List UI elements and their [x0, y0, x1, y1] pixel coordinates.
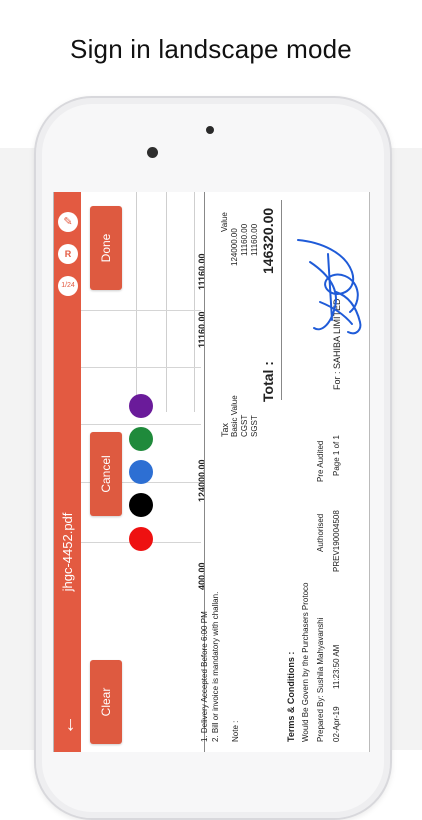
prepared-by: Prepared By: Sushila Mahyavanshi: [316, 617, 325, 742]
note-line: 1. Delivery Accepted Before 6:00 PM: [200, 611, 209, 742]
app-screen: 400.00 124000.00 11160.00 11160.00 1. De…: [53, 192, 370, 752]
tax-item: Basic Value: [230, 395, 239, 437]
tax-value: 124000.00: [230, 228, 239, 266]
clear-label: Clear: [99, 687, 113, 717]
invoice-time: 11:23:50 AM: [332, 644, 341, 689]
total-value: 146320.00: [260, 207, 276, 274]
grid-line: [81, 424, 201, 425]
file-name: jhgc-4452.pdf: [60, 512, 75, 592]
grid-line: [81, 367, 201, 368]
front-camera: [147, 147, 158, 158]
amount-cell: 11160.00: [197, 311, 207, 348]
done-label: Done: [99, 233, 113, 263]
done-button[interactable]: Done: [90, 206, 122, 290]
clear-button[interactable]: Clear: [90, 660, 122, 744]
terms-title: Terms & Conditions :: [286, 651, 296, 742]
pencil-icon[interactable]: ✎: [58, 212, 78, 232]
headline: Sign in landscape mode: [70, 34, 352, 64]
signature-drawing: [297, 239, 362, 335]
amount-cell: 400.00: [197, 562, 207, 590]
color-swatch-purple[interactable]: [129, 394, 153, 418]
amount-cell: 11160.00: [197, 253, 207, 290]
pre-audited-label: Pre Audited: [316, 440, 325, 482]
tax-item: SGST: [250, 415, 259, 437]
grid-line: [136, 192, 137, 412]
color-swatch-blue[interactable]: [129, 460, 153, 484]
color-swatch-red[interactable]: [129, 527, 153, 551]
cancel-label: Cancel: [99, 455, 113, 493]
grid-line: [194, 192, 195, 412]
tax-item: CGST: [240, 414, 249, 437]
speaker-dot: [206, 126, 214, 134]
amount-cell: 124000.00: [197, 459, 207, 502]
invoice-date: 02-Apr-19: [332, 706, 341, 742]
divider: [281, 200, 282, 400]
authorised-label: Authorised: [316, 513, 325, 552]
tax-value: 11160.00: [240, 223, 249, 256]
tax-label: Tax: [220, 422, 230, 437]
color-swatch-green[interactable]: [129, 427, 153, 451]
back-arrow-icon[interactable]: ←: [57, 714, 79, 736]
total-label: Total :: [260, 361, 276, 402]
tax-value: 11160.00: [250, 223, 259, 256]
note-label: Note :: [231, 720, 240, 742]
page-indicator: 1/24: [58, 276, 78, 296]
note-line: 2. Bill or invoice is mandatory with cha…: [211, 591, 220, 742]
terms-text: Would Be Govern by the Purchasers Protoc…: [301, 582, 310, 743]
color-swatch-black[interactable]: [129, 493, 153, 517]
grid-line: [166, 192, 167, 412]
page-number: Page 1 of 1: [332, 435, 341, 476]
grid-line: [81, 310, 201, 311]
rotate-button[interactable]: R: [58, 244, 78, 264]
cancel-button[interactable]: Cancel: [90, 432, 122, 516]
ref-number: PREV190004508: [332, 510, 341, 572]
value-header: Value: [220, 212, 229, 232]
